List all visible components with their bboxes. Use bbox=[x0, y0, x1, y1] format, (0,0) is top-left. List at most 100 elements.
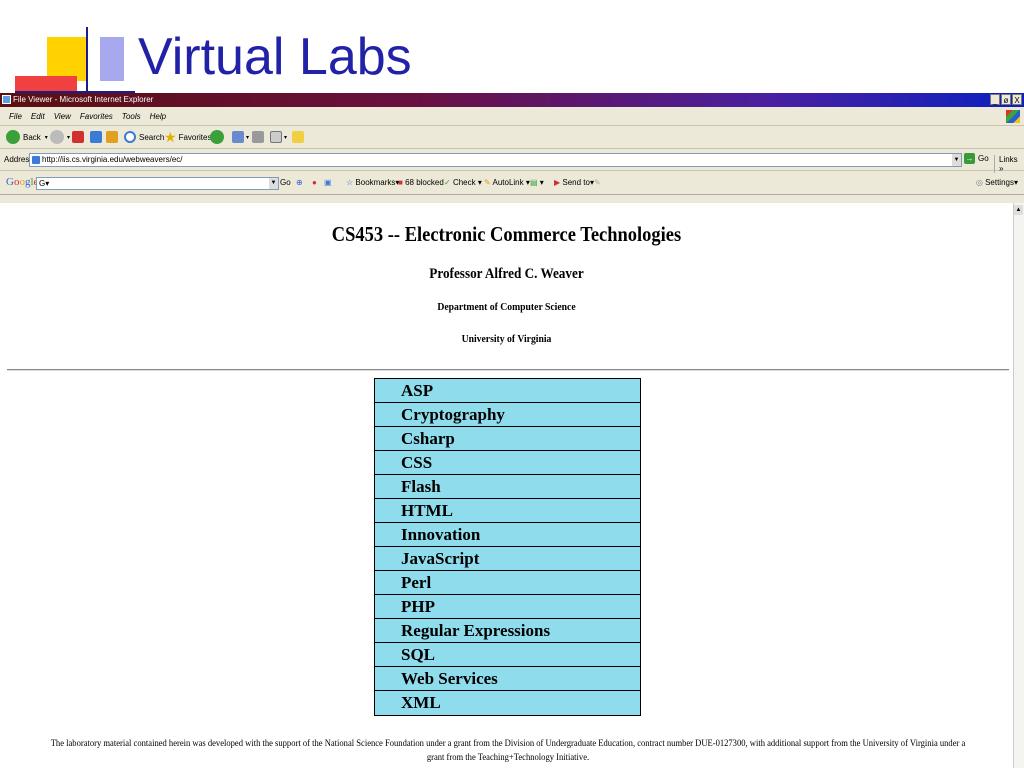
menu-file[interactable]: File bbox=[9, 112, 22, 121]
browser-window: File Viewer - Microsoft Internet Explore… bbox=[0, 93, 1024, 768]
close-button[interactable]: X bbox=[1012, 94, 1022, 105]
topic-link-csharp[interactable]: Csharp bbox=[375, 427, 640, 451]
address-input[interactable]: http://iis.cs.virginia.edu/webweavers/ec… bbox=[29, 153, 962, 167]
send-to-button[interactable]: ▶ Send to▾ bbox=[554, 178, 594, 187]
links-button[interactable]: Links » bbox=[994, 155, 1024, 173]
home-icon bbox=[106, 131, 118, 143]
go-arrow-icon: → bbox=[964, 153, 975, 164]
popup-blocker-button[interactable]: ■ 68 blocked bbox=[398, 178, 444, 187]
chevron-down-icon[interactable]: ▼ bbox=[269, 178, 278, 189]
google-logo: Google bbox=[6, 176, 38, 188]
decor-red-bar bbox=[15, 76, 77, 92]
folder-icon bbox=[292, 131, 304, 143]
search-icon bbox=[124, 131, 136, 143]
topic-link-asp[interactable]: ASP bbox=[375, 379, 640, 403]
topic-link-sql[interactable]: SQL bbox=[375, 643, 640, 667]
google-toolbar: Google G▾ ▼ Go ⊕ ● ▣ ☆ Bookmarks▾ ■ 68 b… bbox=[0, 172, 1024, 195]
bookmarks-button[interactable]: ☆ Bookmarks▾ bbox=[346, 178, 399, 187]
spellcheck-button[interactable]: ✓ Check ▾ bbox=[444, 178, 482, 187]
topic-link-perl[interactable]: Perl bbox=[375, 571, 640, 595]
vertical-scrollbar[interactable]: ▲ bbox=[1013, 203, 1024, 768]
gear-icon: ◎ bbox=[975, 178, 983, 187]
stop-button[interactable] bbox=[72, 129, 84, 145]
forward-button[interactable]: ▾ bbox=[50, 129, 70, 145]
address-url: http://iis.cs.virginia.edu/webweavers/ec… bbox=[42, 155, 183, 164]
toolbar: Back ▾ ▾ Search ★ Favorites ▾ ▾ bbox=[0, 126, 1024, 149]
history-icon bbox=[210, 130, 224, 144]
topic-link-html[interactable]: HTML bbox=[375, 499, 640, 523]
highlight-icon[interactable]: ✎ bbox=[594, 178, 601, 187]
settings-button[interactable]: ◎ Settings▾ bbox=[976, 178, 1018, 187]
topics-table: ASP Cryptography Csharp CSS Flash HTML I… bbox=[374, 378, 641, 716]
topic-link-web-services[interactable]: Web Services bbox=[375, 667, 640, 691]
course-title: CS453 -- Electronic Commerce Technologie… bbox=[331, 222, 682, 246]
star-icon: ★ bbox=[164, 128, 177, 145]
topic-link-php[interactable]: PHP bbox=[375, 595, 640, 619]
autolink-button[interactable]: ✎ AutoLink ▾ bbox=[484, 178, 530, 187]
decor-yellow-square bbox=[47, 37, 87, 81]
topic-link-innovation[interactable]: Innovation bbox=[375, 523, 640, 547]
blocked-icon: ■ bbox=[398, 178, 403, 187]
send-icon: ▶ bbox=[554, 178, 561, 187]
menu-edit[interactable]: Edit bbox=[31, 112, 45, 121]
history-button[interactable] bbox=[210, 129, 224, 145]
menu-view[interactable]: View bbox=[54, 112, 71, 121]
ie-icon bbox=[2, 95, 11, 104]
page-icon bbox=[32, 156, 40, 164]
google-go-button[interactable]: Go bbox=[280, 178, 291, 187]
favorites-button[interactable]: ★ Favorites bbox=[164, 129, 211, 145]
topic-link-flash[interactable]: Flash bbox=[375, 475, 640, 499]
university-name: University of Virginia bbox=[461, 333, 552, 345]
decor-vertical-line bbox=[86, 27, 88, 95]
menu-favorites[interactable]: Favorites bbox=[80, 112, 113, 121]
print-button[interactable] bbox=[252, 129, 264, 145]
wand-icon: ✎ bbox=[484, 178, 491, 187]
bookmark-star-icon: ☆ bbox=[346, 178, 354, 187]
window-title: File Viewer - Microsoft Internet Explore… bbox=[13, 95, 154, 104]
stop-icon bbox=[72, 131, 84, 143]
news-icon[interactable]: ● bbox=[312, 178, 317, 187]
menu-tools[interactable]: Tools bbox=[122, 112, 141, 121]
professor-name: Professor Alfred C. Weaver bbox=[429, 266, 584, 282]
funding-footer: The laboratory material contained herein… bbox=[50, 738, 966, 762]
minimize-button[interactable]: _ bbox=[990, 94, 1000, 105]
menu-bar: File Edit View Favorites Tools Help bbox=[0, 108, 1024, 126]
topic-link-javascript[interactable]: JavaScript bbox=[375, 547, 640, 571]
topic-link-cryptography[interactable]: Cryptography bbox=[375, 403, 640, 427]
back-arrow-icon bbox=[6, 130, 20, 144]
mail-icon bbox=[232, 131, 244, 143]
autofill-button[interactable]: ▤ ▾ bbox=[530, 178, 544, 187]
divider bbox=[7, 369, 1009, 371]
decor-blue-square bbox=[100, 37, 124, 81]
windows-logo-icon bbox=[1006, 110, 1020, 123]
google-search-input[interactable]: G▾ ▼ bbox=[36, 177, 279, 190]
topic-link-css[interactable]: CSS bbox=[375, 451, 640, 475]
maximize-button[interactable]: ø bbox=[1001, 94, 1011, 105]
home-button[interactable] bbox=[106, 129, 118, 145]
go-button[interactable]: → Go bbox=[964, 153, 989, 164]
topic-link-xml[interactable]: XML bbox=[375, 691, 640, 715]
edit-icon bbox=[270, 131, 282, 143]
refresh-button[interactable] bbox=[90, 129, 102, 145]
search-button[interactable]: Search bbox=[124, 129, 164, 145]
page-content: CS453 -- Electronic Commerce Technologie… bbox=[0, 203, 1013, 768]
edit-button[interactable]: ▾ bbox=[270, 129, 287, 145]
pagerank-icon: ⊕ bbox=[296, 178, 303, 187]
address-bar: Address http://iis.cs.virginia.edu/webwe… bbox=[0, 150, 1024, 173]
check-icon: ✓ bbox=[444, 178, 451, 187]
window-titlebar: File Viewer - Microsoft Internet Explore… bbox=[0, 93, 1024, 107]
search-site-icon[interactable]: ▣ bbox=[324, 178, 332, 187]
refresh-icon bbox=[90, 131, 102, 143]
forward-arrow-icon bbox=[50, 130, 64, 144]
mail-button[interactable]: ▾ bbox=[232, 129, 249, 145]
slide-title: Virtual Labs bbox=[138, 28, 412, 86]
chevron-down-icon[interactable]: ▼ bbox=[952, 154, 961, 166]
scroll-up-icon[interactable]: ▲ bbox=[1014, 205, 1023, 215]
menu-help[interactable]: Help bbox=[150, 112, 166, 121]
messenger-button[interactable] bbox=[292, 129, 304, 145]
print-icon bbox=[252, 131, 264, 143]
back-button[interactable]: Back ▾ bbox=[6, 129, 48, 145]
topic-link-regular-expressions[interactable]: Regular Expressions bbox=[375, 619, 640, 643]
department-name: Department of Computer Science bbox=[437, 301, 576, 313]
autofill-icon: ▤ bbox=[530, 178, 538, 187]
